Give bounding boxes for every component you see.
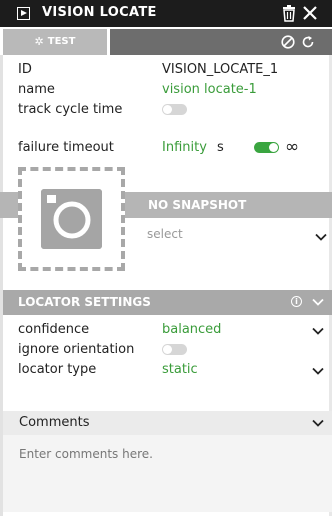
name-row: name vision locate-1	[0, 82, 332, 100]
track-cycle-row: track cycle time	[0, 102, 332, 120]
close-icon[interactable]	[302, 5, 318, 21]
chevron-down-icon[interactable]	[312, 298, 324, 306]
chevron-down-icon[interactable]	[312, 419, 324, 427]
ignore-orientation-row: ignore orientation	[0, 342, 332, 360]
reset-icon[interactable]	[301, 35, 315, 49]
gear-icon: ✲	[34, 35, 44, 48]
failure-timeout-row: failure timeout Infinity s ∞	[0, 137, 332, 158]
failure-timeout-field[interactable]: Infinity	[162, 140, 207, 155]
comments-input[interactable]	[3, 435, 332, 512]
confidence-row: confidence balanced	[0, 322, 332, 340]
infinity-symbol: ∞	[285, 137, 300, 157]
comments-header[interactable]: Comments	[3, 411, 332, 435]
chevron-down-icon[interactable]	[312, 327, 324, 335]
confidence-select[interactable]: balanced	[162, 322, 221, 337]
comments-title: Comments	[19, 415, 90, 430]
id-value: VISION_LOCATE_1	[162, 62, 279, 77]
snapshot-frame[interactable]	[18, 167, 125, 271]
properties-panel: VISION LOCATE ✲ TEST ID VISION_LOCATE_1 …	[0, 0, 332, 516]
chevron-down-icon[interactable]	[312, 367, 324, 375]
track-cycle-label: track cycle time	[18, 102, 123, 117]
comments-area	[3, 435, 332, 512]
ban-icon[interactable]	[281, 35, 295, 49]
toolbar: ✲ TEST	[0, 29, 332, 55]
locator-type-label: locator type	[18, 362, 97, 377]
name-label: name	[18, 82, 55, 97]
panel-title: VISION LOCATE	[42, 5, 157, 20]
confidence-label: confidence	[18, 322, 90, 337]
trash-icon[interactable]	[282, 5, 296, 22]
test-button-label: TEST	[47, 36, 76, 47]
locator-settings-header[interactable]: LOCATOR SETTINGS i	[3, 290, 332, 315]
ignore-orientation-label: ignore orientation	[18, 342, 135, 357]
infinity-toggle[interactable]	[254, 142, 279, 153]
play-square-icon	[17, 7, 30, 20]
locator-type-row: locator type static	[0, 362, 332, 380]
no-snapshot-title: NO SNAPSHOT	[148, 198, 247, 212]
locator-type-select[interactable]: static	[162, 362, 198, 377]
chevron-down-icon[interactable]	[315, 233, 327, 241]
snapshot-select[interactable]: select	[147, 227, 183, 241]
test-button[interactable]: ✲ TEST	[3, 29, 107, 55]
panel-header: VISION LOCATE	[0, 0, 332, 27]
ignore-orientation-toggle[interactable]	[162, 344, 187, 355]
camera-icon	[41, 189, 102, 249]
id-row: ID VISION_LOCATE_1	[0, 62, 332, 80]
info-icon[interactable]: i	[291, 296, 302, 307]
track-cycle-toggle[interactable]	[162, 104, 187, 115]
failure-timeout-label: failure timeout	[18, 140, 114, 155]
id-label: ID	[18, 62, 32, 77]
snapshot-area: NO SNAPSHOT select	[0, 167, 332, 277]
locator-settings-title: LOCATOR SETTINGS	[18, 295, 151, 309]
failure-timeout-unit: s	[217, 140, 224, 155]
toolbar-actions	[110, 29, 332, 55]
name-field[interactable]: vision locate-1	[162, 82, 257, 97]
